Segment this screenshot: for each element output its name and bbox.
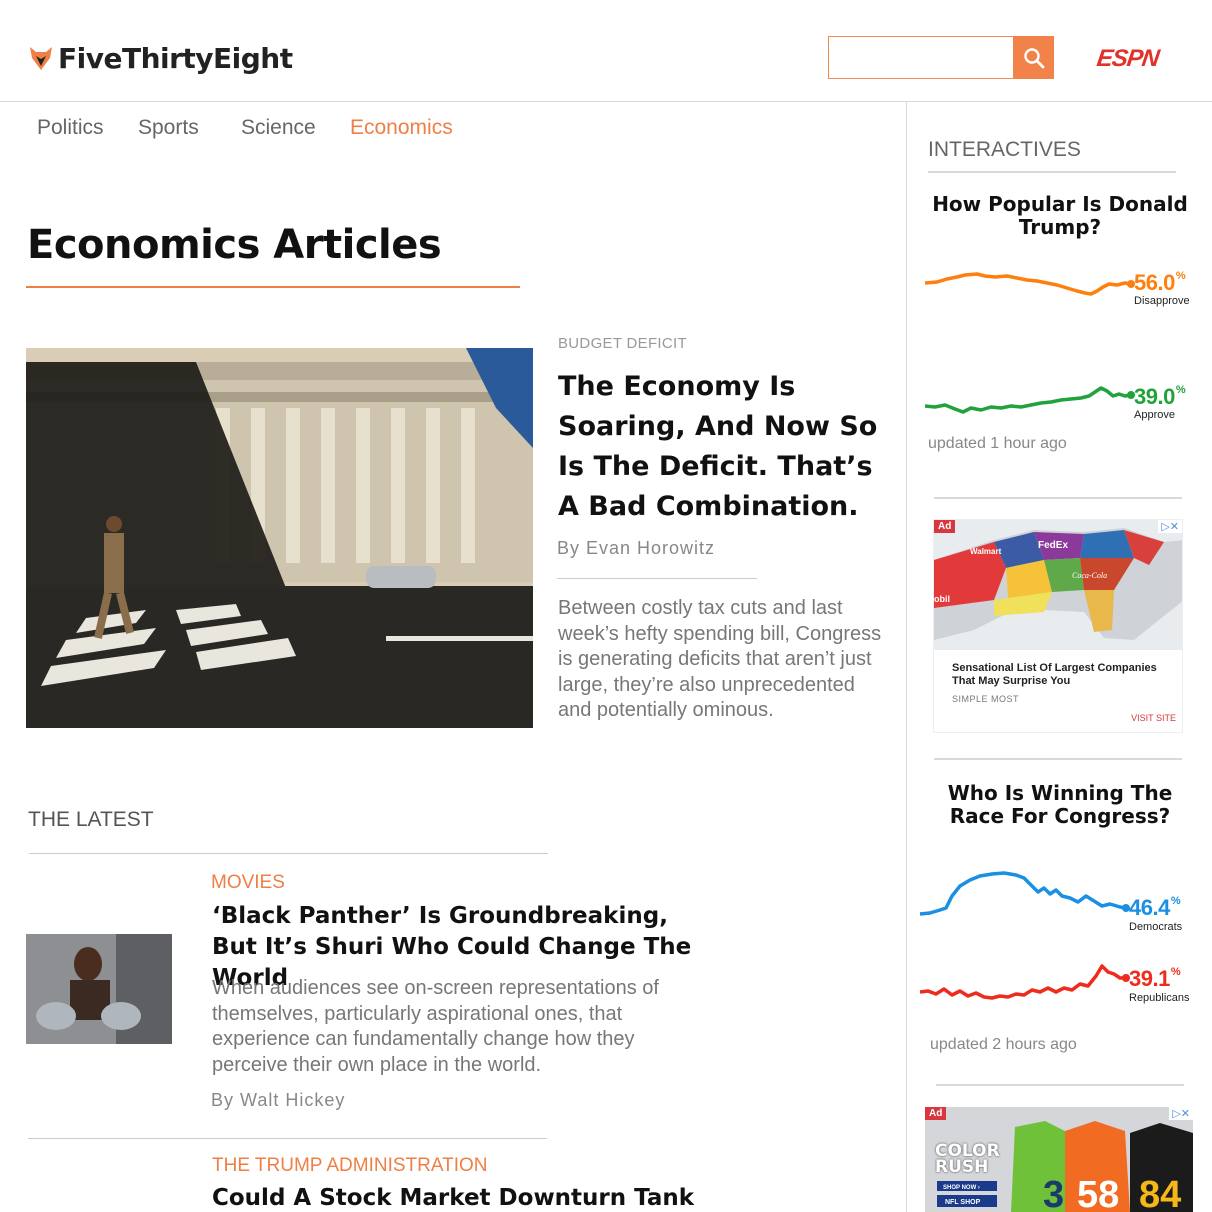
jersey-number: 58: [1077, 1174, 1119, 1212]
article-byline[interactable]: By Walt Hickey: [211, 1090, 345, 1111]
nav-item-sports[interactable]: Sports: [138, 116, 199, 140]
latest-section-label: The Latest: [28, 808, 154, 831]
disapprove-line[interactable]: [925, 265, 1135, 305]
ad-close-icon[interactable]: ▷✕: [1169, 1107, 1193, 1120]
ad-headline[interactable]: COLOR RUSH: [935, 1143, 1000, 1176]
featured-byline[interactable]: By Evan Horowitz: [557, 538, 715, 559]
approve-value: 39.0%: [1134, 384, 1186, 409]
article-kicker[interactable]: The Trump Administration: [212, 1155, 488, 1177]
espn-logo[interactable]: ESPN: [1095, 45, 1160, 73]
search-icon: [1023, 47, 1044, 68]
approve-label: Approve: [1134, 409, 1175, 421]
trump-approval-title[interactable]: How Popular Is Donald Trump?: [925, 193, 1195, 239]
republicans-value: 39.1%: [1129, 966, 1181, 991]
interactives-label: Interactives: [928, 138, 1081, 161]
ad-shop-now: SHOP NOW ›: [943, 1185, 980, 1191]
approve-line[interactable]: [925, 380, 1135, 420]
ad-nfl-shop: NFL SHOP: [945, 1199, 981, 1206]
nav-item-science[interactable]: Science: [241, 116, 316, 140]
fox-icon: [30, 47, 52, 70]
jersey-number: 3: [1043, 1174, 1064, 1212]
nav-item-politics[interactable]: Politics: [37, 116, 104, 140]
sidebar-divider: [936, 1084, 1184, 1086]
ad-map-image: Walmart FedEx Coca-Cola obil: [934, 520, 1182, 650]
democrats-label: Democrats: [1129, 921, 1183, 933]
featured-divider: [557, 578, 757, 579]
jersey-number: 84: [1139, 1174, 1181, 1212]
sidebar-ad[interactable]: Walmart FedEx Coca-Cola obil Ad ▷✕ Sensa…: [933, 519, 1183, 733]
title-underline: [26, 286, 520, 288]
sidebar-ad-nfl[interactable]: 3 58 84 SHOP NOW › NFL SHOP Ad ▷✕ COLOR R…: [925, 1107, 1193, 1212]
logo-text: FiveThirtyEight: [58, 41, 293, 75]
site-logo[interactable]: FiveThirtyEight: [30, 40, 293, 76]
ad-badge: Ad: [925, 1107, 947, 1120]
map-label-walmart: Walmart: [970, 547, 1002, 556]
ad-brand: Simple Most: [952, 694, 1020, 704]
republicans-line[interactable]: [920, 958, 1130, 1008]
nav-item-economics[interactable]: Economics: [350, 116, 453, 140]
map-label-fedex: FedEx: [1038, 540, 1068, 551]
ad-visit-link[interactable]: Visit Site: [1131, 713, 1176, 723]
sidebar-divider: [934, 758, 1182, 760]
featured-headline[interactable]: The Economy Is Soaring, And Now So Is Th…: [558, 367, 893, 527]
page-title: Economics Articles: [27, 222, 442, 268]
map-label-mobil: obil: [934, 594, 950, 604]
article-headline[interactable]: Could A Stock Market Downturn Tank: [212, 1183, 812, 1212]
sidebar-divider: [928, 171, 1176, 173]
ad-close-icon[interactable]: ▷✕: [1158, 520, 1182, 533]
article-thumbnail[interactable]: [26, 934, 172, 1044]
column-divider: [906, 102, 907, 1212]
featured-dek: Between costly tax cuts and last week’s …: [558, 597, 882, 721]
sidebar-divider: [934, 497, 1182, 499]
top-bar: FiveThirtyEight ESPN: [0, 0, 1212, 102]
democrats-line[interactable]: [920, 866, 1130, 921]
congress-race-title[interactable]: Who Is Winning The Race For Congress?: [935, 782, 1185, 828]
article-kicker[interactable]: Movies: [211, 872, 285, 894]
latest-divider: [29, 853, 548, 854]
article-dek: When audiences see on-screen representat…: [212, 977, 659, 1076]
search-input[interactable]: [828, 36, 1014, 79]
ad-badge: Ad: [934, 520, 956, 533]
congress-updated-time: updated 2 hours ago: [930, 1036, 1077, 1053]
search-button[interactable]: [1013, 36, 1054, 79]
featured-article-image[interactable]: [26, 348, 533, 728]
trump-updated-time: updated 1 hour ago: [928, 435, 1067, 452]
disapprove-label: Disapprove: [1134, 295, 1190, 307]
ad-title[interactable]: Sensational List Of Largest Companies Th…: [952, 662, 1162, 688]
featured-kicker[interactable]: Budget Deficit: [558, 335, 687, 352]
map-label-cocacola: Coca-Cola: [1072, 571, 1107, 580]
article-divider: [28, 1138, 547, 1139]
disapprove-value: 56.0%: [1134, 270, 1186, 295]
democrats-value: 46.4%: [1129, 895, 1181, 920]
republicans-label: Republicans: [1129, 992, 1190, 1004]
